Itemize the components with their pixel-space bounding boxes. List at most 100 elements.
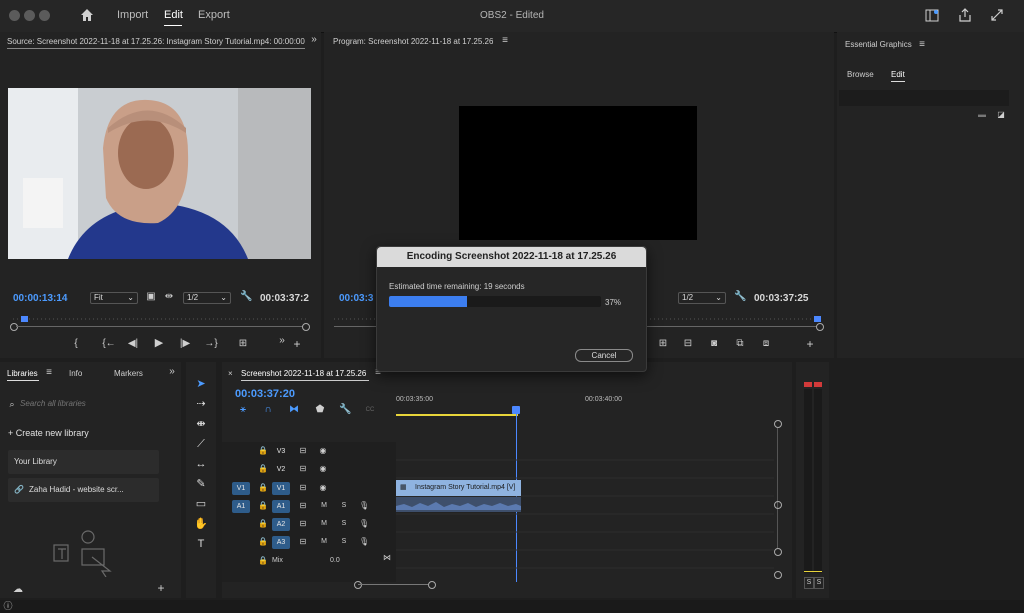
clip-indicator-right[interactable]: [814, 382, 822, 387]
new-layer-icon[interactable]: ◪: [996, 109, 1006, 121]
add-button-icon[interactable]: +: [804, 338, 816, 350]
source-monitor-title[interactable]: Source: Screenshot 2022-11-18 at 17.25.2…: [7, 37, 305, 46]
eye-icon[interactable]: ◉: [318, 463, 328, 475]
source-zoom-bar[interactable]: [16, 326, 302, 327]
step-back-icon[interactable]: ◀|: [127, 338, 139, 350]
minimize-window-button[interactable]: [24, 10, 35, 21]
solo-button[interactable]: S: [339, 500, 349, 512]
mute-button[interactable]: M: [319, 500, 329, 512]
extract-icon[interactable]: ⊟: [681, 338, 695, 350]
library-item-zaha-hadid[interactable]: 🔗 Zaha Hadid - website scr...: [8, 478, 159, 502]
lock-icon[interactable]: 🔒: [258, 482, 268, 494]
timeline-settings-wrench-icon[interactable]: 🔧: [339, 404, 351, 416]
tab-libraries[interactable]: Libraries: [7, 369, 38, 378]
snap-in-timeline-icon[interactable]: ⚹: [237, 404, 249, 416]
bowtie-icon[interactable]: ⋈: [382, 552, 392, 564]
microphone-icon[interactable]: 🎙: [359, 536, 369, 548]
comparison-view-icon[interactable]: ⧉: [733, 338, 747, 350]
track-lanes[interactable]: [396, 442, 774, 582]
microphone-icon[interactable]: 🎙: [359, 518, 369, 530]
mute-button[interactable]: M: [319, 518, 329, 530]
zoom-window-button[interactable]: [39, 10, 50, 21]
go-to-out-icon[interactable]: →}: [204, 338, 218, 350]
track-select-tool-icon[interactable]: ⇢: [193, 396, 209, 412]
audio-scroll-handle-top[interactable]: [774, 548, 782, 556]
source-resolution-select[interactable]: 1/2 ⌄: [183, 292, 231, 304]
lock-icon[interactable]: 🔒: [258, 555, 268, 567]
tab-edit[interactable]: Edit: [891, 70, 905, 79]
sync-lock-icon[interactable]: ⊟: [298, 500, 308, 512]
slip-tool-icon[interactable]: ↔: [193, 456, 209, 472]
video-clip[interactable]: ▦ Instagram Story Tutorial.mp4 [V]: [396, 480, 521, 496]
source-zoom-handle-right[interactable]: [302, 323, 310, 331]
program-monitor-title[interactable]: Program: Screenshot 2022-11-18 at 17.25.…: [333, 37, 493, 46]
solo-button[interactable]: S: [339, 536, 349, 548]
ripple-edit-tool-icon[interactable]: ⇼: [193, 416, 209, 432]
settings-frame-icon[interactable]: ▣: [145, 291, 157, 303]
track-a1[interactable]: A1: [272, 500, 290, 513]
track-v1[interactable]: V1: [272, 482, 290, 495]
source-scrub-bar[interactable]: [13, 314, 306, 322]
nav-export[interactable]: Export: [198, 9, 230, 21]
lock-icon[interactable]: 🔒: [258, 500, 268, 512]
sync-lock-icon[interactable]: ⊟: [298, 482, 308, 494]
go-to-in-icon[interactable]: {←: [102, 338, 116, 350]
microphone-icon[interactable]: 🎙: [359, 500, 369, 512]
rectangle-tool-icon[interactable]: ▭: [193, 496, 209, 512]
sync-lock-icon[interactable]: ⊟: [298, 445, 308, 457]
mix-value[interactable]: 0.0: [330, 557, 340, 564]
source-zoom-handle-left[interactable]: [10, 323, 18, 331]
vertical-scroll-bar[interactable]: [777, 428, 778, 548]
program-zoom-handle-right[interactable]: [816, 323, 824, 331]
type-tool-icon[interactable]: T: [193, 536, 209, 552]
create-new-library-button[interactable]: + Create new library: [8, 428, 108, 438]
horizontal-scroll-handle-right[interactable]: [428, 581, 436, 589]
cloud-sync-icon[interactable]: ☁: [11, 584, 25, 596]
track-a3[interactable]: A3: [272, 536, 290, 549]
horizontal-scroll-bar[interactable]: [358, 584, 428, 585]
timeline-timecode[interactable]: 00:03:37:20: [235, 388, 295, 400]
play-icon[interactable]: ▶: [153, 337, 165, 349]
library-item-your-library[interactable]: Your Library: [8, 450, 159, 474]
more-buttons-chevron-icon[interactable]: »: [277, 335, 287, 347]
playhead-handle[interactable]: [512, 406, 520, 414]
program-resolution-select[interactable]: 1/2 ⌄: [678, 292, 726, 304]
insert-icon[interactable]: ⊞: [236, 338, 250, 350]
mute-button[interactable]: M: [319, 536, 329, 548]
lock-icon[interactable]: 🔒: [258, 463, 268, 475]
fullscreen-icon[interactable]: [990, 8, 1004, 22]
libraries-menu-icon[interactable]: ≡: [44, 367, 54, 379]
vertical-scroll-handle-mid[interactable]: [774, 501, 782, 509]
source-timecode[interactable]: 00:00:13:14: [13, 293, 67, 304]
vertical-scroll-handle-top[interactable]: [774, 420, 782, 428]
razor-tool-icon[interactable]: ⟋: [193, 436, 209, 452]
add-button-icon[interactable]: +: [291, 338, 303, 350]
camera-icon[interactable]: ◙: [707, 338, 721, 350]
sync-lock-icon[interactable]: ⊟: [298, 463, 308, 475]
essential-graphics-menu-icon[interactable]: ≡: [917, 39, 927, 51]
clip-indicator-left[interactable]: [804, 382, 812, 387]
linked-selection-icon[interactable]: ⧓: [288, 404, 300, 416]
essential-graphics-title[interactable]: Essential Graphics: [845, 40, 912, 49]
solo-button[interactable]: S: [339, 518, 349, 530]
selection-tool-icon[interactable]: ➤: [193, 376, 209, 392]
close-sequence-icon[interactable]: ×: [228, 369, 233, 378]
sequence-tab[interactable]: Screenshot 2022-11-18 at 17.25.26: [241, 369, 366, 378]
share-icon[interactable]: [958, 8, 972, 22]
horizontal-scroll-handle-left[interactable]: [354, 581, 362, 589]
work-area-bar[interactable]: [396, 414, 518, 416]
info-icon[interactable]: ⓘ: [3, 600, 13, 612]
close-window-button[interactable]: [9, 10, 20, 21]
captions-icon[interactable]: CC: [363, 404, 377, 416]
fit-select[interactable]: Fit ⌄: [90, 292, 138, 304]
track-v2[interactable]: V2: [272, 463, 290, 476]
eye-icon[interactable]: ◉: [318, 482, 328, 494]
sync-lock-icon[interactable]: ⊟: [298, 518, 308, 530]
solo-left-button[interactable]: S: [804, 577, 814, 589]
lock-icon[interactable]: 🔒: [258, 536, 268, 548]
mark-in-icon[interactable]: {: [70, 338, 82, 350]
more-panels-chevron-icon[interactable]: »: [167, 366, 177, 378]
step-forward-icon[interactable]: |▶: [179, 338, 191, 350]
wrench-icon[interactable]: 🔧: [734, 291, 746, 303]
vr-view-icon[interactable]: ⧈: [759, 338, 773, 350]
